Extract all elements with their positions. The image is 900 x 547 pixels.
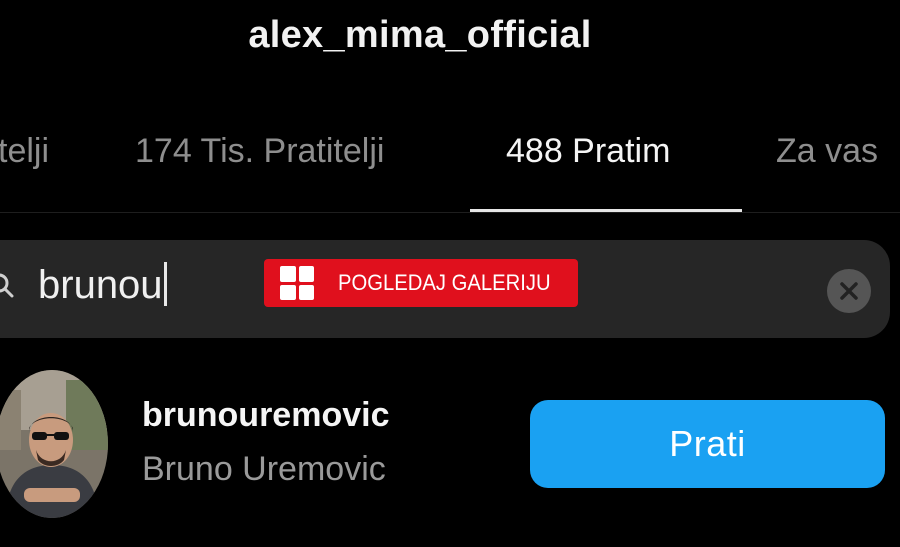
avatar-photo <box>0 370 108 518</box>
search-input[interactable]: brunou <box>38 262 167 308</box>
text-caret <box>163 262 167 306</box>
page-title: alex_mima_official <box>248 14 592 56</box>
gallery-button-label: POGLEDAJ GALERIJU <box>338 270 551 295</box>
tab-following[interactable]: 488 Pratim <box>506 132 670 171</box>
result-full-name: Bruno Uremovic <box>142 450 386 488</box>
avatar[interactable] <box>0 370 108 518</box>
search-icon <box>0 273 14 298</box>
tab-followers[interactable]: 174 Tis. Pratitelji <box>135 132 384 171</box>
tab-bar: telji 174 Tis. Pratitelji 488 Pratim Za … <box>0 128 900 213</box>
view-gallery-button[interactable]: POGLEDAJ GALERIJU <box>264 259 578 307</box>
active-tab-indicator <box>470 209 742 212</box>
result-username[interactable]: brunouremovic <box>142 396 389 435</box>
follow-button[interactable]: Prati <box>530 400 885 488</box>
search-input-value: brunou <box>38 263 163 307</box>
tab-followers-partial[interactable]: telji <box>0 132 49 171</box>
grid-icon <box>280 266 314 300</box>
clear-search-button[interactable] <box>827 269 871 313</box>
tab-for-you[interactable]: Za vas <box>776 132 878 171</box>
clear-x-icon <box>840 282 858 300</box>
